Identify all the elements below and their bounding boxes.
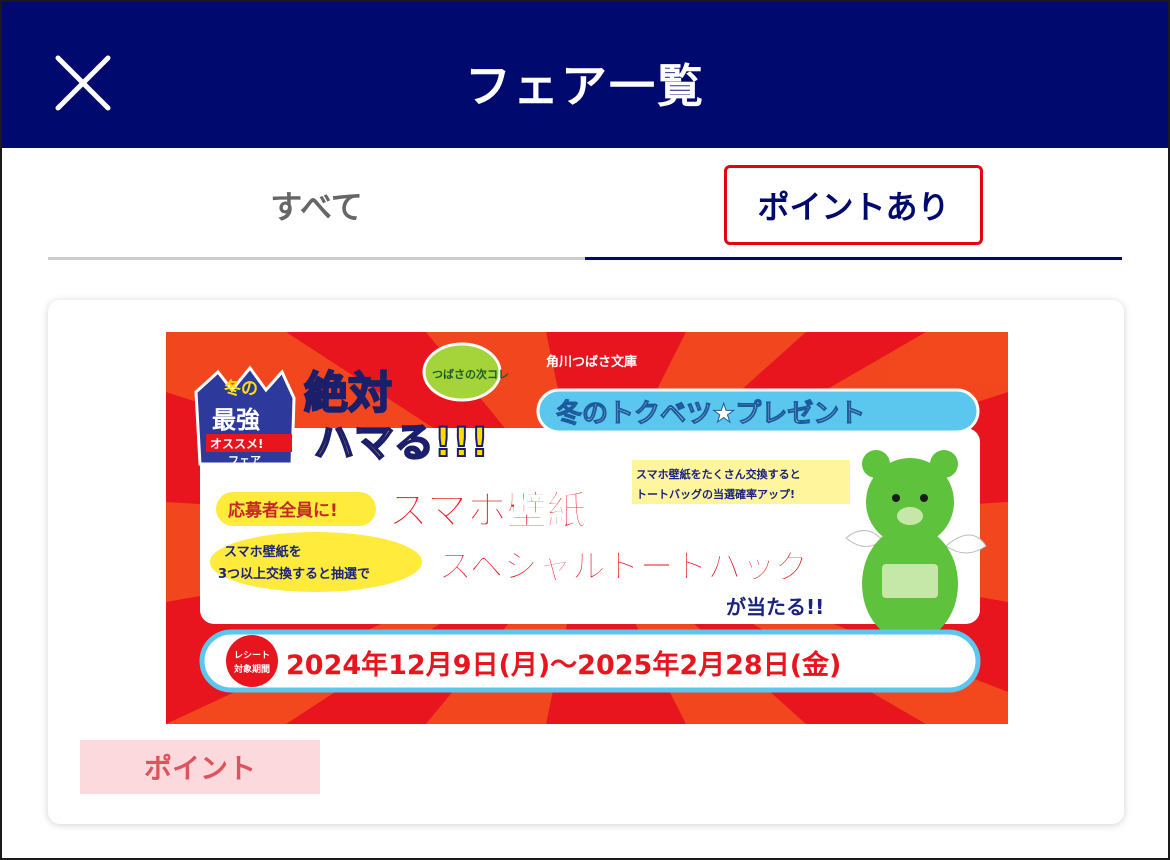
series-logo: つばさの次コレ bbox=[432, 367, 509, 381]
publisher-logo: 角川つばさ文庫 bbox=[546, 354, 637, 370]
fair-badge-line1: 冬の bbox=[224, 378, 258, 399]
tab-all[interactable]: すべて bbox=[48, 152, 585, 260]
app-frame: フェア一覧 すべて ポイントあり 角川つばさ文庫 冬の 最強 オススメ! フェア… bbox=[0, 0, 1170, 860]
tab-points-label: ポイントあり bbox=[724, 164, 983, 245]
tag-2a: スマホ壁紙を bbox=[224, 544, 302, 560]
prize-1: スマホ壁紙 bbox=[388, 488, 587, 534]
fair-banner[interactable]: 角川つばさ文庫 冬の 最強 オススメ! フェア 絶対 ハマる!!! つばさの次コ… bbox=[166, 332, 1008, 724]
headline-2: ハマる!!! bbox=[314, 420, 489, 466]
tag-1: 応募者全員に! bbox=[228, 500, 338, 521]
period-label-1: レシート bbox=[234, 650, 270, 661]
tab-all-label: すべて bbox=[270, 187, 363, 226]
note-text: スマホ壁紙をたくさん交換すると bbox=[636, 467, 801, 481]
prize-2: スペシャルトートバッグ bbox=[438, 547, 810, 587]
header-bar: フェア一覧 bbox=[2, 2, 1168, 148]
page-title: フェア一覧 bbox=[465, 59, 705, 113]
point-badge: ポイント bbox=[80, 740, 320, 794]
campaign-title: 冬のトクベツ★プレゼント bbox=[556, 399, 865, 429]
note-text-2: トートバッグの当選確率アップ! bbox=[636, 487, 795, 501]
tag-2b: 3つ以上交換すると抽選で bbox=[218, 566, 370, 582]
period-label-2: 対象期間 bbox=[233, 663, 270, 675]
prize-2-suffix: が当たる!! bbox=[726, 595, 824, 619]
fair-card[interactable]: 角川つばさ文庫 冬の 最強 オススメ! フェア 絶対 ハマる!!! つばさの次コ… bbox=[48, 300, 1124, 824]
headline-1: 絶対 bbox=[304, 368, 392, 419]
fair-badge-line3: オススメ! bbox=[210, 437, 263, 451]
tab-bar: すべて ポイントあり bbox=[48, 152, 1122, 262]
fair-badge-line4: フェア bbox=[228, 454, 261, 467]
fair-badge-line2: 最強 bbox=[212, 406, 260, 434]
tab-points[interactable]: ポイントあり bbox=[585, 152, 1122, 260]
period-text: 2024年12月9日(月)～2025年2月28日(金) bbox=[286, 649, 841, 681]
